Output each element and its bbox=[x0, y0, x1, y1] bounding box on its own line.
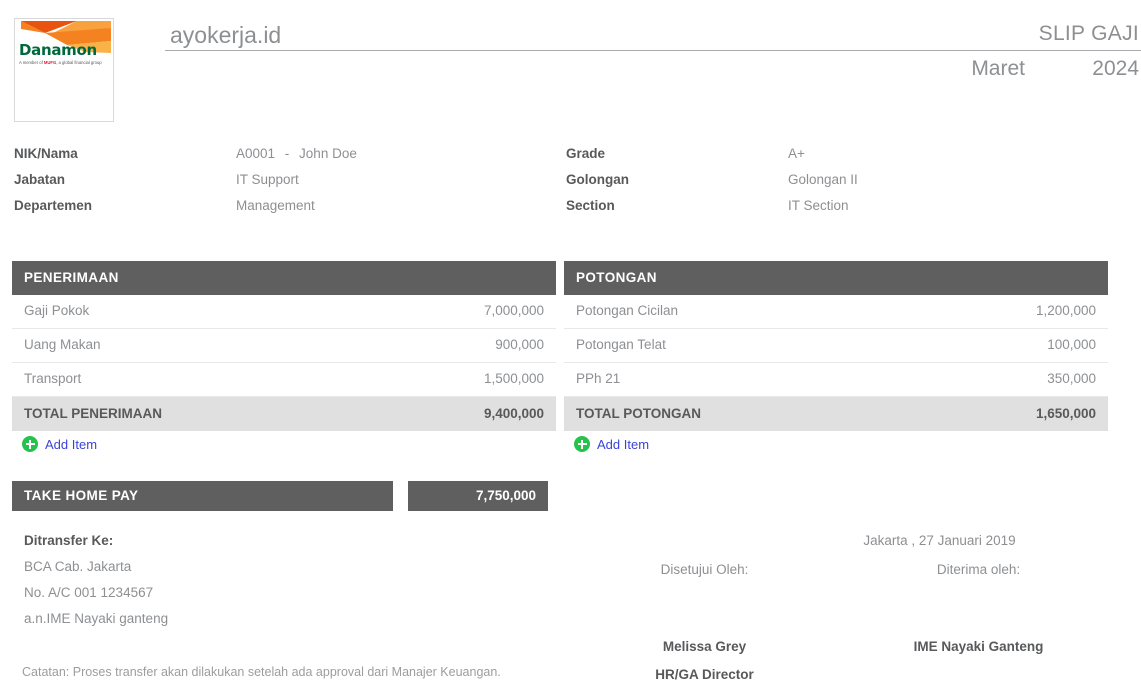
row-label: Gaji Pokok bbox=[24, 303, 90, 318]
employee-info-right: Grade A+ Golongan Golongan II Section IT… bbox=[566, 146, 858, 224]
transfer-details: Ditransfer Ke: BCA Cab. Jakarta No. A/C … bbox=[24, 533, 168, 637]
plus-circle-icon bbox=[574, 436, 590, 452]
row-label: Potongan Telat bbox=[576, 337, 666, 352]
add-item-label: Add Item bbox=[45, 436, 98, 452]
add-deduction-item-button[interactable]: Add Item bbox=[574, 436, 649, 452]
logo-tagline: A member of MUFG, a global financial gro… bbox=[19, 60, 102, 65]
info-value: A+ bbox=[788, 146, 805, 161]
row-amount: 7,000,000 bbox=[483, 303, 544, 318]
info-value: Golongan II bbox=[788, 172, 858, 187]
row-label: PPh 21 bbox=[576, 371, 621, 386]
info-label: Grade bbox=[566, 146, 606, 161]
row-amount: 1,500,000 bbox=[483, 371, 544, 386]
signature-place-date: Jakarta , 27 Januari 2019 bbox=[863, 533, 1016, 548]
total-label: TOTAL POTONGAN bbox=[576, 406, 702, 421]
info-label: Jabatan bbox=[14, 172, 66, 187]
row-label: Uang Makan bbox=[24, 337, 101, 352]
add-item-label: Add Item bbox=[597, 436, 650, 452]
info-row-grade: Grade A+ bbox=[566, 146, 858, 172]
earnings-table-header: PENERIMAAN bbox=[12, 261, 556, 295]
info-row-jabatan: Jabatan IT Support bbox=[14, 172, 357, 198]
site-title: ayokerja.id bbox=[170, 22, 282, 48]
transfer-bank: BCA Cab. Jakarta bbox=[24, 559, 132, 574]
earnings-total-row: TOTAL PENERIMAAN 9,400,000 bbox=[12, 397, 556, 431]
receiver-name: IME Nayaki Ganteng bbox=[913, 639, 1044, 654]
add-earning-item-button[interactable]: Add Item bbox=[22, 436, 97, 452]
employee-info-left: NIK/Nama A0001 - John Doe Jabatan IT Sup… bbox=[14, 146, 357, 224]
signature-block-approver: Disetujui Oleh: Melissa Grey HR/GA Direc… bbox=[565, 562, 844, 682]
table-row[interactable]: PPh 21 350,000 bbox=[564, 363, 1108, 397]
take-home-pay-amount: 7,750,000 bbox=[408, 481, 548, 511]
logo-tagline-post: , a global financial group bbox=[56, 60, 102, 65]
page-title: SLIP GAJI bbox=[1038, 22, 1139, 45]
row-amount: 350,000 bbox=[1047, 371, 1096, 386]
table-row[interactable]: Gaji Pokok 7,000,000 bbox=[12, 295, 556, 329]
footer-note: Catatan: Proses transfer akan dilakukan … bbox=[22, 665, 501, 679]
logo-brand-name: Danamon bbox=[19, 41, 97, 59]
row-amount: 900,000 bbox=[495, 337, 544, 352]
total-amount: 1,650,000 bbox=[1035, 406, 1096, 421]
row-amount: 1,200,000 bbox=[1035, 303, 1096, 318]
info-label: Golongan bbox=[566, 172, 629, 187]
info-value: IT Section bbox=[788, 198, 849, 213]
info-value-name: John Doe bbox=[299, 146, 357, 161]
table-row[interactable]: Potongan Telat 100,000 bbox=[564, 329, 1108, 363]
approver-role: HR/GA Director bbox=[655, 667, 754, 682]
deductions-table: POTONGAN Potongan Cicilan 1,200,000 Poto… bbox=[564, 261, 1108, 431]
header-divider bbox=[165, 50, 1141, 51]
deductions-total-row: TOTAL POTONGAN 1,650,000 bbox=[564, 397, 1108, 431]
logo-tagline-pre: A member of bbox=[19, 60, 44, 65]
company-logo: Danamon A member of MUFG, a global finan… bbox=[14, 18, 114, 122]
table-row[interactable]: Potongan Cicilan 1,200,000 bbox=[564, 295, 1108, 329]
deductions-table-header: POTONGAN bbox=[564, 261, 1108, 295]
info-row-nik-nama: NIK/Nama A0001 - John Doe bbox=[14, 146, 357, 172]
table-row[interactable]: Transport 1,500,000 bbox=[12, 363, 556, 397]
approver-name: Melissa Grey bbox=[662, 639, 747, 654]
transfer-title: Ditransfer Ke: bbox=[24, 533, 114, 548]
info-label: Section bbox=[566, 198, 615, 213]
logo-tagline-brand: MUFG bbox=[43, 60, 57, 65]
total-label: TOTAL PENERIMAAN bbox=[24, 406, 163, 421]
total-amount: 9,400,000 bbox=[483, 406, 544, 421]
row-label: Transport bbox=[24, 371, 82, 386]
earnings-table: PENERIMAAN Gaji Pokok 7,000,000 Uang Mak… bbox=[12, 261, 556, 431]
info-row-section: Section IT Section bbox=[566, 198, 858, 224]
row-amount: 100,000 bbox=[1047, 337, 1096, 352]
info-label: Departemen bbox=[14, 198, 93, 213]
row-label: Potongan Cicilan bbox=[576, 303, 679, 318]
period-year: 2024 bbox=[1092, 57, 1139, 80]
table-row[interactable]: Uang Makan 900,000 bbox=[12, 329, 556, 363]
transfer-account-holder: a.n.IME Nayaki ganteng bbox=[24, 611, 169, 626]
period-month: Maret bbox=[971, 57, 1025, 80]
info-separator: - bbox=[284, 146, 290, 161]
info-value: IT Support bbox=[236, 172, 299, 187]
transfer-account-number: No. A/C 001 1234567 bbox=[24, 585, 154, 600]
approver-caption: Disetujui Oleh: bbox=[660, 562, 749, 577]
info-value: A0001 bbox=[236, 146, 276, 161]
payslip-page: Danamon A member of MUFG, a global finan… bbox=[0, 0, 1141, 696]
signature-block-receiver: Diterima oleh: IME Nayaki Ganteng bbox=[839, 562, 1118, 667]
info-value: Management bbox=[236, 198, 315, 213]
info-label: NIK/Nama bbox=[14, 146, 78, 161]
info-row-golongan: Golongan Golongan II bbox=[566, 172, 858, 198]
receiver-caption: Diterima oleh: bbox=[936, 562, 1021, 577]
plus-circle-icon bbox=[22, 436, 38, 452]
take-home-pay-label: TAKE HOME PAY bbox=[12, 481, 393, 511]
info-row-departemen: Departemen Management bbox=[14, 198, 357, 224]
